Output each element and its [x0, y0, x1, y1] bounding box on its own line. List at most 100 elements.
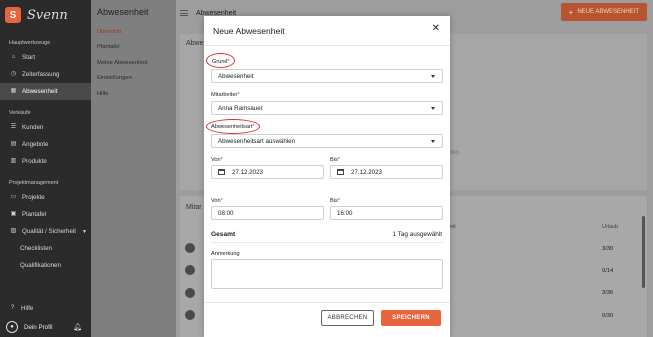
caret-down-icon — [431, 75, 435, 78]
quality-icon: ▧ — [10, 228, 17, 234]
sidebar-item-zeiterfassung[interactable]: ◷ Zeiterfassung — [0, 66, 91, 83]
bis-date-value: 27.12.2023 — [351, 168, 382, 176]
mitarbeiter-value: Anna Ramsauer — [218, 104, 263, 112]
grund-label-text: Grund — [212, 59, 228, 65]
required-mark: * — [220, 198, 223, 204]
user-avatar-icon — [185, 243, 195, 253]
sidebar-item-kunden[interactable]: ☰ Kunden — [0, 119, 91, 136]
new-absence-button[interactable]: + NEUE ABWESENHEIT — [560, 3, 647, 21]
mitarbeiter-label-text: Mitarbeiter — [211, 92, 238, 98]
subnav-item-meine-abwesenheit[interactable]: Meine Abwesenheit — [91, 55, 176, 71]
sidebar-item-plantafel[interactable]: ▣ Plantafel — [0, 206, 91, 223]
new-absence-dialog: Neue Abwesenheit ✕ Grund * Abwesenheit Mi… — [204, 16, 450, 337]
bis-time-value: 16:00 — [337, 209, 353, 217]
sidebar-item-label: Start — [22, 54, 36, 61]
planboard-icon: ▣ — [10, 211, 17, 217]
mitarbeiter-label: Mitarbeiter* — [211, 92, 240, 98]
subnav-item-plantafel[interactable]: Plantafel — [91, 40, 176, 56]
von-time-value: 08:00 — [218, 209, 234, 217]
list-scrollbar[interactable] — [642, 216, 645, 288]
column-header: eit — [450, 224, 456, 230]
sidebar-item-label: Kunden — [22, 124, 44, 131]
vacation-value: 3/30 — [602, 246, 614, 252]
user-avatar-icon — [185, 265, 195, 275]
dialog-title: Neue Abwesenheit — [213, 25, 285, 36]
subnav-item-einstellungen[interactable]: Einstellungen — [91, 71, 176, 87]
required-mark: * — [337, 198, 340, 204]
von-date-label: Von* — [211, 157, 223, 163]
sidebar-item-label: Hilfe — [21, 305, 34, 312]
von-time-label-text: Von — [211, 198, 221, 204]
close-icon[interactable]: ✕ — [432, 24, 440, 34]
subnav: Abwesenheit Übersicht Plantafel Meine Ab… — [91, 0, 176, 337]
new-absence-label: NEUE ABWESENHEIT — [577, 9, 639, 15]
von-date-field[interactable]: 27.12.2023 — [211, 165, 324, 179]
sidebar-item-label: Zeiterfassung — [22, 71, 60, 78]
clock-icon: ◷ — [10, 71, 17, 77]
sidebar-subitem-checklisten[interactable]: Checklisten — [0, 240, 91, 257]
subnav-item-uebersicht[interactable]: Übersicht — [91, 24, 176, 40]
sidebar-item-abwesenheit[interactable]: ▦ Abwesenheit — [0, 83, 91, 100]
sidebar-section-pm: Projektmanagement — [9, 180, 59, 186]
grund-value: Abwesenheit — [218, 72, 254, 80]
bell-icon[interactable]: 🔔︎ — [73, 323, 82, 331]
caret-down-icon — [431, 140, 435, 143]
sidebar-item-label: Projekte — [22, 194, 45, 201]
sidebar-item-projekte[interactable]: ▭ Projekte — [0, 189, 91, 206]
sidebar-item-qualitaet[interactable]: ▧ Qualität / Sicherheit ▼ — [0, 223, 91, 240]
sidebar-item-label: Produkte — [22, 158, 47, 165]
sidebar-item-angebote[interactable]: ▤ Angebote — [0, 136, 91, 153]
sidebar-item-hilfe[interactable]: ? Hilfe — [0, 300, 91, 317]
calendar-icon — [337, 169, 344, 175]
anmerkung-textarea[interactable] — [211, 259, 443, 289]
caret-down-icon — [431, 107, 435, 110]
bis-time-field[interactable]: 16:00 — [330, 206, 443, 220]
vacation-value: 0/30 — [602, 313, 614, 319]
sidebar-item-produkte[interactable]: ▥ Produkte — [0, 153, 91, 170]
plus-icon: + — [568, 7, 574, 17]
grund-select[interactable]: Abwesenheit — [211, 69, 443, 83]
calendar-icon: ▦ — [10, 88, 17, 94]
user-avatar-icon — [185, 310, 195, 320]
sidebar-item-label: Abwesenheit — [22, 88, 58, 95]
sidebar-footer: ? Hilfe ● Dein Profil 🔔︎ — [0, 300, 91, 337]
anmerkung-label: Anmerkung — [211, 251, 240, 257]
subnav-item-hilfe[interactable]: Hilfe — [91, 86, 176, 102]
sidebar-item-label: Angebote — [22, 141, 49, 148]
projects-icon: ▭ — [10, 194, 17, 200]
abwesenheitsart-label: Abwesenheitsart* — [211, 124, 255, 130]
home-icon: ⌂ — [11, 54, 16, 60]
bis-time-label-text: Bis — [330, 198, 338, 204]
profile-label: Dein Profil — [24, 323, 53, 331]
brand[interactable]: S Svenn — [0, 0, 91, 30]
sidebar-subitem-qualifikationen[interactable]: Qualifikationen — [0, 257, 91, 274]
required-mark: * — [337, 157, 340, 163]
total-value: 1 Tag ausgewählt — [392, 231, 442, 238]
abwesenheitsart-select[interactable]: Abwesenheitsart auswählen — [211, 134, 443, 148]
calendar-icon — [218, 169, 225, 175]
profile-link[interactable]: ● Dein Profil 🔔︎ — [0, 317, 91, 337]
abwesenheitsart-label-text: Abwesenheitsart — [211, 124, 253, 130]
divider — [211, 242, 443, 243]
cancel-button[interactable]: ABBRECHEN — [321, 310, 374, 326]
abwesenheitsart-value: Abwesenheitsart auswählen — [218, 137, 296, 145]
von-date-value: 27.12.2023 — [232, 168, 263, 176]
brand-name: Svenn — [27, 7, 68, 23]
save-button[interactable]: SPEICHERN — [381, 310, 441, 326]
subnav-title: Abwesenheit — [97, 7, 149, 17]
von-time-field[interactable]: 08:00 — [211, 206, 324, 220]
dialog-footer — [204, 302, 450, 303]
offers-icon: ▤ — [10, 141, 17, 147]
column-header-urlaub: Urlaub — [602, 224, 619, 230]
vacation-value: 3/36 — [602, 290, 614, 296]
required-mark: * — [237, 92, 240, 98]
products-icon: ▥ — [10, 158, 17, 164]
von-date-label-text: Von — [211, 157, 221, 163]
bis-date-field[interactable]: 27.12.2023 — [330, 165, 443, 179]
bis-time-label: Bis* — [330, 198, 340, 204]
mitarbeiter-select[interactable]: Anna Ramsauer — [211, 101, 443, 115]
menu-icon[interactable] — [180, 10, 188, 16]
sidebar-item-start[interactable]: ⌂ Start — [0, 49, 91, 66]
sidebar-section-sales: Verkäufe — [9, 110, 31, 116]
sidebar-section-main: Hauptwerkzeuge — [9, 40, 51, 46]
